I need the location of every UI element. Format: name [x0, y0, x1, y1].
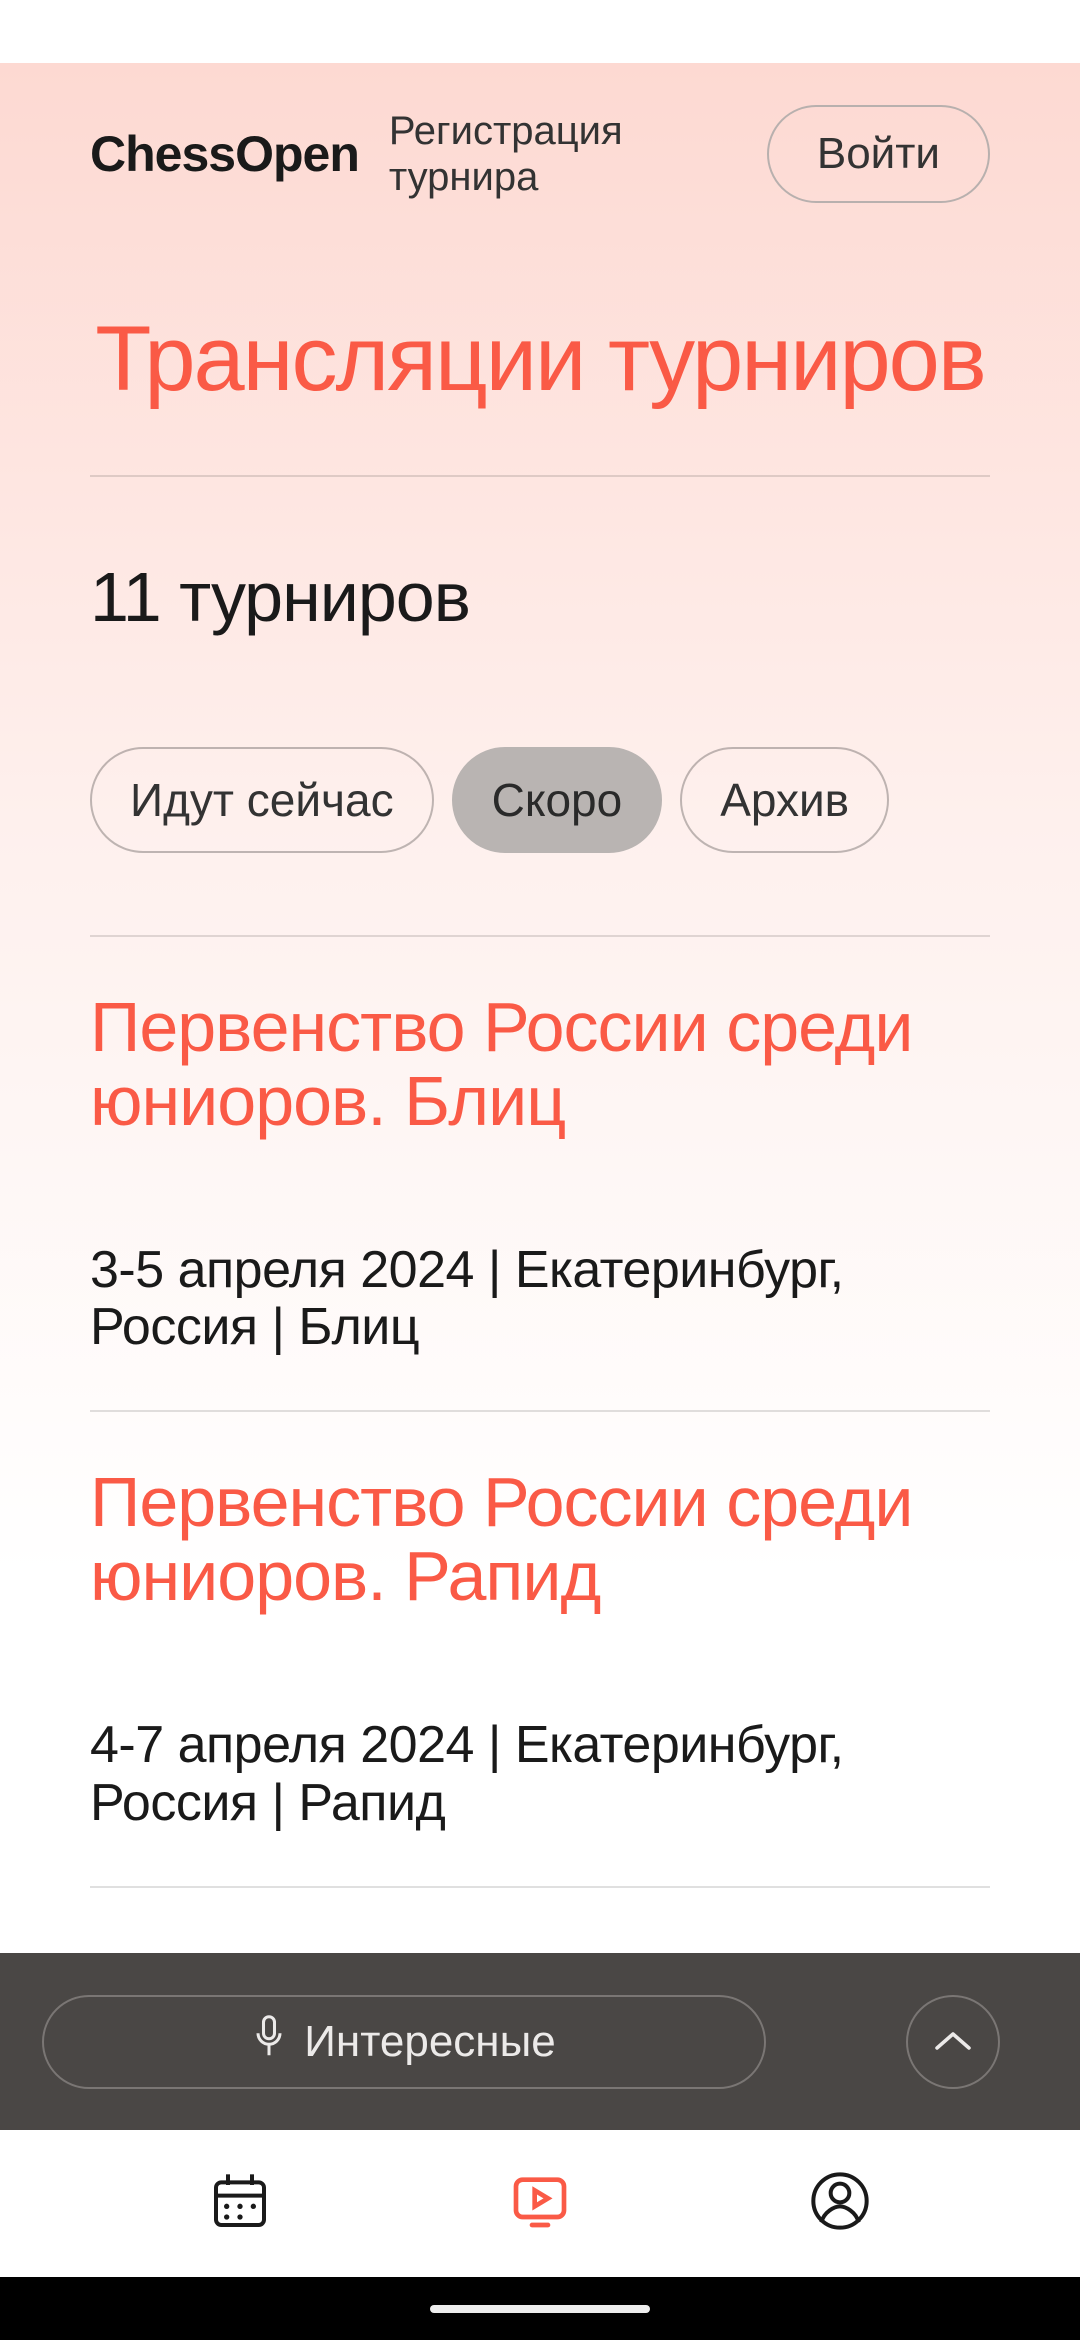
register-tournament-link[interactable]: Регистрация турнира [389, 108, 737, 200]
tournament-item[interactable]: Первенство России среди юниоров. Рапид 4… [90, 1412, 990, 1887]
divider [90, 475, 990, 477]
microphone-icon [252, 2014, 286, 2069]
tournament-title: Первенство России среди юниоров. Блиц [90, 991, 990, 1138]
system-nav [0, 2277, 1080, 2340]
collapse-button[interactable] [906, 1995, 1000, 2089]
tournament-item[interactable]: Турнир претенденток 2024 [90, 1888, 990, 1953]
interesting-pill[interactable]: Интересные [42, 1995, 766, 2089]
bottom-panel: Интересные [0, 1953, 1080, 2130]
main-content: ChessOpen Регистрация турнира Войти Тран… [0, 63, 1080, 1953]
tournament-title: Турнир претенденток 2024 [90, 1942, 990, 1953]
filter-now[interactable]: Идут сейчас [90, 747, 434, 853]
bottom-nav [0, 2130, 1080, 2277]
tournament-meta: 3-5 апреля 2024 | Екатеринбург, Россия |… [90, 1242, 990, 1356]
filter-chips: Идут сейчас Скоро Архив [90, 747, 990, 853]
tournament-count: 11 турниров [90, 557, 990, 637]
tournament-item[interactable]: Первенство России среди юниоров. Блиц 3-… [90, 937, 990, 1412]
nav-profile[interactable] [808, 2169, 872, 2238]
interesting-label: Интересные [304, 2017, 555, 2067]
filter-archive[interactable]: Архив [680, 747, 889, 853]
tournament-meta: 4-7 апреля 2024 | Екатеринбург, Россия |… [90, 1717, 990, 1831]
logo[interactable]: ChessOpen [90, 125, 359, 183]
home-indicator[interactable] [430, 2305, 650, 2313]
page-title: Трансляции турниров [90, 313, 990, 405]
status-bar [0, 0, 1080, 63]
nav-calendar[interactable] [208, 2169, 272, 2238]
tournament-title: Первенство России среди юниоров. Рапид [90, 1466, 990, 1613]
login-button[interactable]: Войти [767, 105, 990, 203]
nav-broadcasts[interactable] [508, 2169, 572, 2238]
header: ChessOpen Регистрация турнира Войти [90, 63, 990, 203]
filter-soon[interactable]: Скоро [452, 747, 663, 853]
